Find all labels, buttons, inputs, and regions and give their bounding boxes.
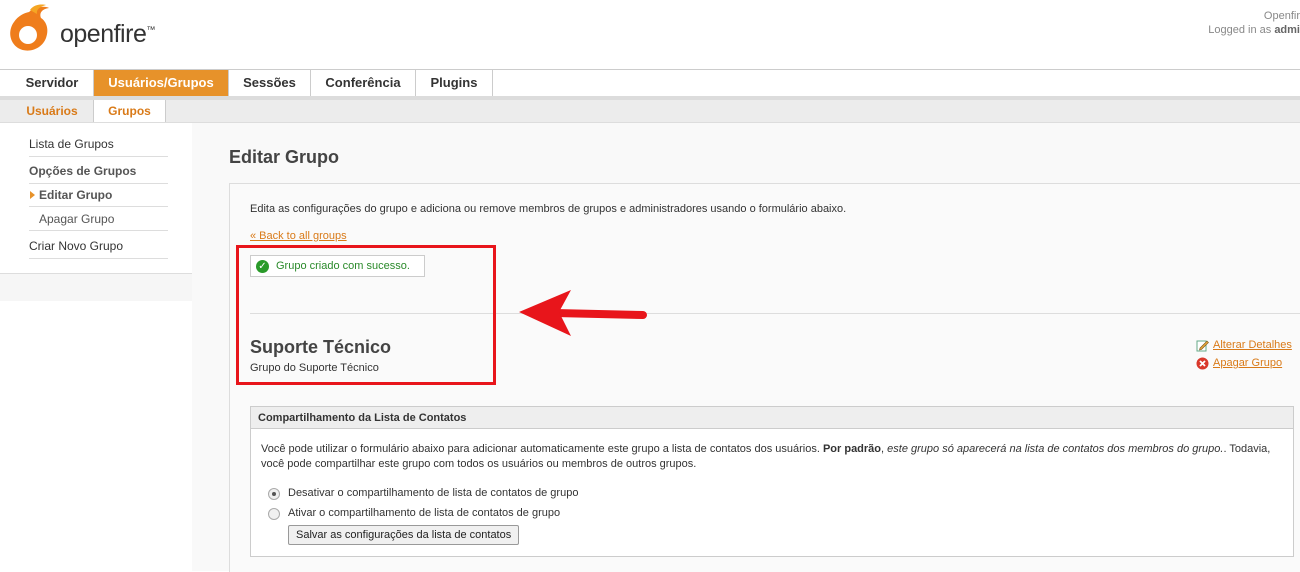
delete-group-link[interactable]: Apagar Grupo	[1196, 357, 1282, 370]
subtab-grupos[interactable]: Grupos	[93, 100, 166, 122]
sidebar-item-criar-novo-grupo[interactable]: Criar Novo Grupo	[29, 234, 168, 259]
contact-list-sharing-box: Compartilhamento da Lista de Contatos Vo…	[250, 406, 1294, 557]
page-intro: Edita as configurações do grupo e adicio…	[250, 203, 847, 215]
radio-button[interactable]	[268, 488, 280, 500]
radio-disable-sharing[interactable]: Desativar o compartilhamento de lista de…	[268, 487, 578, 500]
main-tab-bar: Servidor Usuários/Grupos Sessões Conferê…	[0, 69, 1300, 97]
tab-conferencia[interactable]: Conferência	[311, 70, 416, 96]
red-arrow-icon	[519, 290, 647, 336]
current-item-arrow-icon	[30, 191, 35, 199]
header-app-name: Openfir	[1263, 10, 1300, 22]
brand-name: openfire™	[60, 20, 155, 48]
sidebar-item-apagar-grupo[interactable]: Apagar Grupo	[29, 207, 168, 231]
sidebar-item-lista-de-grupos[interactable]: Lista de Grupos	[29, 132, 168, 157]
edit-icon	[1196, 340, 1209, 352]
edit-details-link[interactable]: Alterar Detalhes	[1196, 339, 1292, 352]
back-to-groups-link[interactable]: « Back to all groups	[250, 230, 347, 242]
save-contact-list-settings-button[interactable]: Salvar as configurações da lista de cont…	[288, 525, 520, 545]
highlight-box	[236, 245, 496, 385]
tab-servidor[interactable]: Servidor	[11, 70, 94, 96]
sidebar-item-opcoes-de-grupos: Opções de Grupos	[29, 159, 168, 184]
sharing-heading: Compartilhamento da Lista de Contatos	[251, 407, 1293, 429]
openfire-logo-icon	[10, 4, 49, 51]
sidebar: Lista de Grupos Opções de Grupos Editar …	[0, 123, 193, 274]
logged-in-user[interactable]: admi	[1274, 24, 1300, 36]
radio-enable-sharing[interactable]: Ativar o compartilhamento de lista de co…	[268, 507, 560, 520]
logged-in-label: Logged in as admi	[1208, 24, 1300, 36]
header-user-info: Openfir Logged in as admi	[1208, 9, 1300, 37]
radio-button[interactable]	[268, 508, 280, 520]
sharing-description: Você pode utilizar o formulário abaixo p…	[261, 443, 1271, 470]
subtab-usuarios[interactable]: Usuários	[14, 100, 90, 122]
tab-sessoes[interactable]: Sessões	[229, 70, 311, 96]
page-title: Editar Grupo	[229, 147, 340, 167]
sub-tab-bar: Usuários Grupos	[0, 100, 1300, 123]
sidebar-item-label: Editar Grupo	[39, 188, 113, 202]
tab-usuarios-grupos[interactable]: Usuários/Grupos	[94, 70, 229, 96]
delete-icon	[1196, 357, 1209, 370]
sidebar-item-editar-grupo[interactable]: Editar Grupo	[29, 183, 168, 207]
tab-plugins[interactable]: Plugins	[416, 70, 493, 96]
